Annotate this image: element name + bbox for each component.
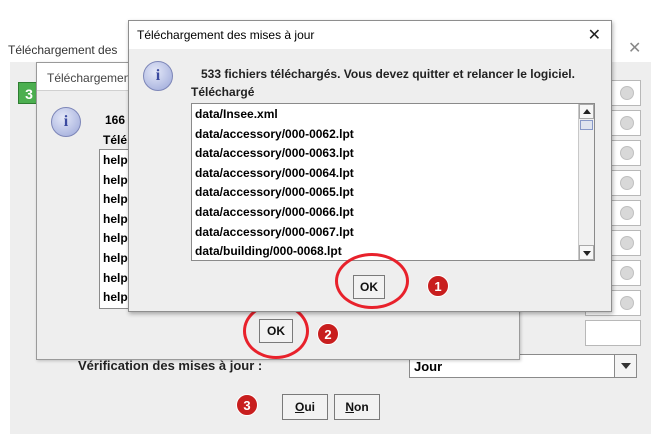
- list-item[interactable]: data/accessory/000-0064.lpt: [192, 163, 578, 183]
- step-badge-1: 1: [427, 275, 449, 297]
- list-item[interactable]: data/Insee.xml: [192, 104, 578, 124]
- list-item[interactable]: data/accessory/000-0067.lpt: [192, 222, 578, 242]
- front-dialog-titlebar: Téléchargement des mises à jour ✕: [129, 21, 611, 49]
- no-label-rest: on: [354, 400, 369, 414]
- list-item[interactable]: data/accessory/000-0066.lpt: [192, 202, 578, 222]
- middle-list-label: Télé: [103, 133, 128, 147]
- radio-icon: [620, 146, 634, 160]
- scroll-thumb[interactable]: [580, 120, 593, 130]
- radio-icon: [620, 206, 634, 220]
- radio-icon: [620, 296, 634, 310]
- main-window-close-icon[interactable]: ✕: [628, 38, 641, 58]
- list-item[interactable]: data/accessory/000-0063.lpt: [192, 143, 578, 163]
- downloaded-file-list[interactable]: data/Insee.xml data/accessory/000-0062.l…: [191, 103, 595, 261]
- list-item[interactable]: data/accessory/000-0062.lpt: [192, 124, 578, 144]
- radio-icon: [620, 116, 634, 130]
- scroll-down-icon[interactable]: [579, 245, 594, 260]
- front-dialog: Téléchargement des mises à jour ✕ i 533 …: [128, 20, 612, 312]
- yes-button[interactable]: Oui: [282, 394, 328, 420]
- close-icon[interactable]: ✕: [588, 25, 601, 45]
- radio-icon: [620, 86, 634, 100]
- download-message: 533 fichiers téléchargés. Vous devez qui…: [201, 67, 575, 81]
- list-item[interactable]: data/accessory/000-0065.lpt: [192, 182, 578, 202]
- radio-icon: [620, 176, 634, 190]
- yes-mnemonic: O: [294, 400, 305, 414]
- information-icon: i: [143, 61, 173, 91]
- yes-label-rest: ui: [304, 400, 315, 414]
- radio-icon: [620, 266, 634, 280]
- no-button[interactable]: Non: [334, 394, 380, 420]
- main-window-title: Téléchargement des mises à jour: [8, 43, 118, 57]
- step-badge-3: 3: [236, 394, 258, 416]
- step-badge-2: 2: [317, 323, 339, 345]
- chevron-down-icon[interactable]: [614, 355, 636, 377]
- update-frequency-value: Jour: [414, 359, 443, 374]
- highlight-ring-1: [335, 253, 409, 309]
- file-list-scrollbar[interactable]: [578, 104, 594, 260]
- update-check-label: Vérification des mises à jour :: [78, 358, 263, 373]
- downloaded-list-label: Téléchargé: [191, 85, 255, 99]
- scroll-up-icon[interactable]: [579, 104, 594, 119]
- settings-field[interactable]: [585, 320, 641, 346]
- radio-icon: [620, 236, 634, 250]
- middle-count-text: 166: [105, 113, 126, 127]
- front-dialog-title: Téléchargement des mises à jour: [137, 28, 315, 42]
- no-mnemonic: N: [345, 400, 354, 414]
- information-icon: i: [51, 107, 81, 137]
